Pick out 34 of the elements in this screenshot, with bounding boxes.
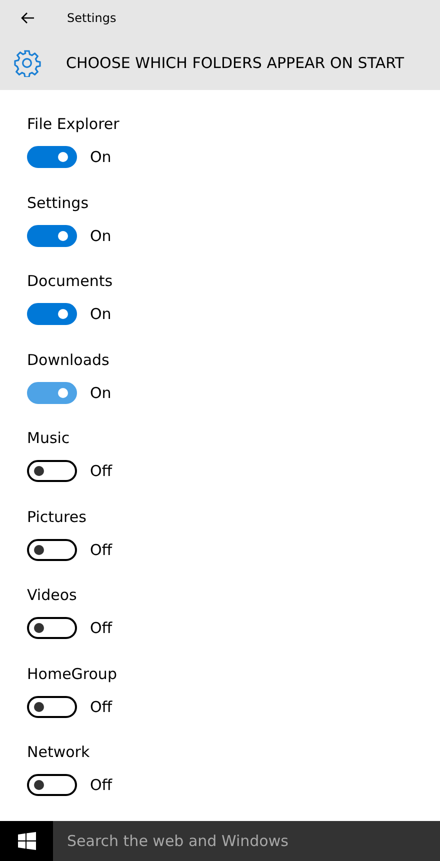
toggle-state: Off [90, 540, 112, 558]
folder-label: Videos [27, 585, 78, 605]
toggle-state: On [90, 226, 112, 244]
toggle-state: Off [90, 698, 112, 716]
folder-label: Documents [27, 271, 114, 291]
window-title: Settings [67, 11, 116, 25]
toggle-switch[interactable] [27, 224, 77, 246]
toggle-switch[interactable] [27, 303, 77, 325]
folder-label: HomeGroup [27, 664, 118, 684]
folder-label: File Explorer [27, 114, 120, 134]
toggle-state: On [90, 384, 112, 402]
folder-label: Music [27, 428, 71, 448]
toggle-switch[interactable] [27, 146, 77, 168]
back-arrow-icon [21, 12, 35, 24]
toggle-state: Off [90, 619, 112, 637]
toggle-switch[interactable] [27, 696, 77, 718]
toggle-state: On [90, 148, 112, 166]
toggle-state: Off [90, 462, 112, 480]
toggle-state: On [90, 305, 112, 323]
settings-icon [13, 49, 41, 77]
folder-label: Downloads [27, 350, 110, 370]
toggle-switch[interactable] [27, 617, 77, 639]
windows-logo-icon [18, 832, 36, 850]
toggle-switch[interactable] [27, 538, 77, 560]
toggle-switch[interactable] [27, 774, 77, 796]
start-button[interactable] [0, 820, 53, 861]
search-field[interactable]: Search the web and Windows [53, 820, 440, 861]
toggle-switch[interactable] [27, 382, 77, 404]
page-heading: CHOOSE WHICH FOLDERS APPEAR ON START [66, 54, 404, 72]
folder-label: Pictures [27, 506, 88, 526]
folder-label: Network [27, 742, 91, 762]
toggle-state: Off [90, 776, 112, 794]
folder-label: Settings [27, 192, 90, 212]
toggle-switch[interactable] [27, 460, 77, 482]
